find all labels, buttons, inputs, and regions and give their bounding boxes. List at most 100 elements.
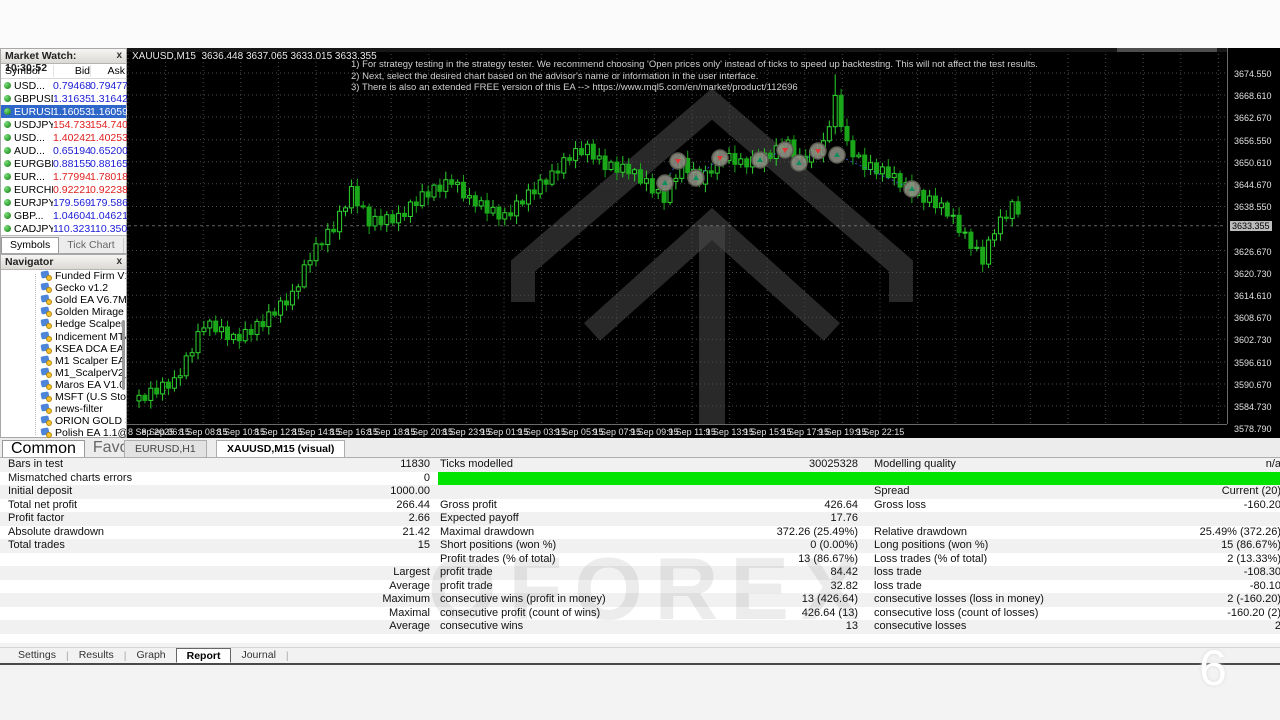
market-watch-row[interactable]: EURUSD1.160531.16059 (1, 105, 128, 118)
report-row: Average consecutive wins 13 consecutive los… (0, 620, 1280, 634)
symbol-trend-icon (4, 160, 11, 167)
navigator-item[interactable]: Indicement MT4 (1, 330, 126, 343)
navigator-item[interactable]: news-filter (1, 403, 126, 415)
price-axis-label: 3668.610 (1234, 91, 1272, 102)
trade-marker-buy (903, 180, 921, 198)
report-cell: 1000.00 (390, 485, 430, 497)
market-watch-row[interactable]: EURGBP0.881550.88165 (1, 157, 128, 170)
symbol-name: EURJPY (14, 196, 53, 209)
market-watch-row[interactable]: EURJPY 179.569 179.586 (1, 196, 128, 209)
symbol-trend-icon (4, 225, 11, 232)
report-cell: 2 (13.33%) (1227, 552, 1280, 565)
chart-tab-xauusd-m15-visual-[interactable]: XAUUSD,M15 (visual) (216, 440, 346, 457)
trade-marker-sell (711, 149, 729, 167)
navigator-item[interactable]: Gecko v1.2 (1, 282, 126, 294)
navigator-item[interactable]: MSFT (U.S Stocks) I (1, 391, 126, 403)
tester-tab-report[interactable]: Report (175, 648, 232, 663)
report-row: Bars in test 11830 Ticks modelled 30025328 M… (0, 458, 1280, 472)
navigator-item[interactable]: Hedge Scalper EA 2 (1, 318, 126, 330)
navigator-item[interactable]: ORION GOLD SCAL (1, 415, 126, 427)
chart-area[interactable]: XAUUSD,M15 3636.448 3637.065 3633.015 36… (127, 48, 1280, 438)
tester-tab-bar: Settings | Results | Graph Report Journal | (0, 647, 1280, 663)
trade-marker-sell (809, 142, 827, 160)
report-cell: 30025328 (809, 458, 858, 470)
navigator-item[interactable]: Funded Firm V1 (1, 270, 126, 282)
market-watch-row[interactable]: USD... 1.40242 1.40253 (1, 131, 128, 144)
chart-tab-eurusd-h1[interactable]: EURUSD,H1 (124, 440, 207, 457)
market-watch-row[interactable]: USD... 0.79468 0.79477 (1, 79, 128, 92)
navigator-item-label: ORION GOLD SCAL (55, 415, 126, 428)
symbol-cell: EURCHF (1, 184, 53, 196)
report-cell: 2 (1274, 620, 1280, 632)
navigator-item-label: KSEA DCA EA V5.0 (55, 342, 126, 355)
symbol-cell: EURGBP (1, 158, 53, 170)
ask-cell: 154.740 (90, 118, 128, 131)
tester-tab-settings[interactable]: Settings (8, 648, 66, 663)
market-watch-tab-symbols[interactable]: Symbols (1, 237, 60, 253)
report-cell: -160.20 (2) (1227, 606, 1280, 619)
navigator-item[interactable]: M1 Scalper EA V2@ (1, 355, 126, 367)
close-icon[interactable]: x (116, 50, 122, 63)
navigator-item-label: M1 Scalper EA V2@ (55, 354, 126, 367)
navigator-tab-common[interactable]: Common (2, 440, 85, 457)
symbol-cell: USD... (1, 80, 53, 92)
scroll-thumb[interactable] (1117, 48, 1217, 52)
navigator-titlebar: Navigator x (1, 255, 126, 270)
price-axis-label: 3674.550 (1234, 69, 1272, 79)
symbol-trend-icon (4, 173, 11, 180)
report-row: Total net profit 266.44 Gross profit 426.64… (0, 499, 1280, 513)
tester-tab-results[interactable]: Results (69, 648, 124, 663)
report-cell: -80.10 (1249, 579, 1280, 592)
symbol-trend-icon (4, 186, 11, 193)
column-header-symbol[interactable]: Symbol (1, 65, 53, 77)
column-header-ask[interactable]: Ask (90, 65, 125, 77)
symbol-name: EURCHF (14, 183, 53, 196)
market-watch-row[interactable]: CADJPY 110.323 110.350 (1, 222, 127, 235)
navigator-item-label: Golden Mirage mt4 (55, 306, 126, 319)
expert-advisor-icon (41, 271, 52, 282)
tester-report-table: Bars in test 11830 Ticks modelled 30025328 M… (0, 458, 1280, 643)
price-axis-label: 3626.670 (1234, 246, 1272, 257)
trade-marker-buy (790, 154, 808, 172)
report-cell: -160.20 (1243, 498, 1280, 511)
navigator-item-label: M1_ScalperV2_by@ (55, 366, 126, 379)
market-watch-row[interactable]: GBPUSD1.316351.31642 (1, 92, 128, 105)
market-watch-row[interactable]: EURCHF0.922210.92238 (1, 183, 128, 196)
navigator-item[interactable]: Golden Mirage mt4 (1, 306, 126, 318)
expert-advisor-icon (41, 392, 52, 402)
price-axis-label: 3638.550 (1234, 202, 1272, 213)
ask-cell: 0.79477 (90, 79, 128, 92)
navigator-item[interactable]: M1_ScalperV2_by@ (1, 367, 126, 379)
tester-tab-graph[interactable]: Graph (126, 648, 175, 663)
symbol-trend-icon (4, 199, 11, 206)
report-row: Maximum consecutive wins (profit in money… (0, 593, 1280, 607)
market-watch-row[interactable]: AUD... 0.65194 0.65200 (1, 144, 128, 157)
navigator-scrollbar[interactable] (122, 320, 125, 390)
symbol-cell: USDJPY (1, 119, 53, 131)
symbol-cell: EURJPY (1, 197, 53, 209)
market-watch-tab-tick-chart[interactable]: Tick Chart (59, 238, 124, 253)
navigator-item[interactable]: KSEA DCA EA V5.0 (1, 343, 126, 355)
navigator-item[interactable]: Gold EA V6.7MT4@ (1, 294, 126, 306)
market-watch-row[interactable]: USDJPY 154.733 154.740 (1, 118, 128, 131)
navigator-item[interactable]: Maros EA V1.0 MT4 (1, 379, 126, 391)
tester-tab-journal[interactable]: Journal (231, 648, 285, 663)
report-row: Profit trades (% of total) 13 (86.67%) Los… (0, 553, 1280, 567)
report-row: Initial deposit 1000.00 Spread Current (20) (0, 485, 1280, 499)
market-watch-row[interactable]: EUR... 1.77994 1.78018 (1, 170, 128, 183)
market-watch-row[interactable]: GBP... 1.04604 1.04621 (1, 209, 128, 222)
symbol-name: AUD... (14, 144, 45, 157)
price-axis-label: 3590.670 (1234, 379, 1272, 390)
report-cell: Bars in test (8, 458, 64, 470)
market-watch-tabs: Symbols Tick Chart (1, 235, 126, 253)
bid-cell: 1.31635 (53, 92, 91, 105)
price-axis-label: 3608.670 (1234, 313, 1272, 324)
report-cell: 17.76 (830, 512, 858, 524)
trade-marker-buy (751, 151, 769, 169)
report-cell: 15 (86.67%) (1221, 539, 1280, 551)
close-icon[interactable]: x (116, 256, 122, 269)
price-axis-label: 3662.670 (1234, 113, 1272, 124)
bid-cell: 0.92221 (53, 183, 91, 196)
column-header-bid[interactable]: Bid (53, 65, 90, 77)
symbol-name: USD... (14, 131, 45, 144)
